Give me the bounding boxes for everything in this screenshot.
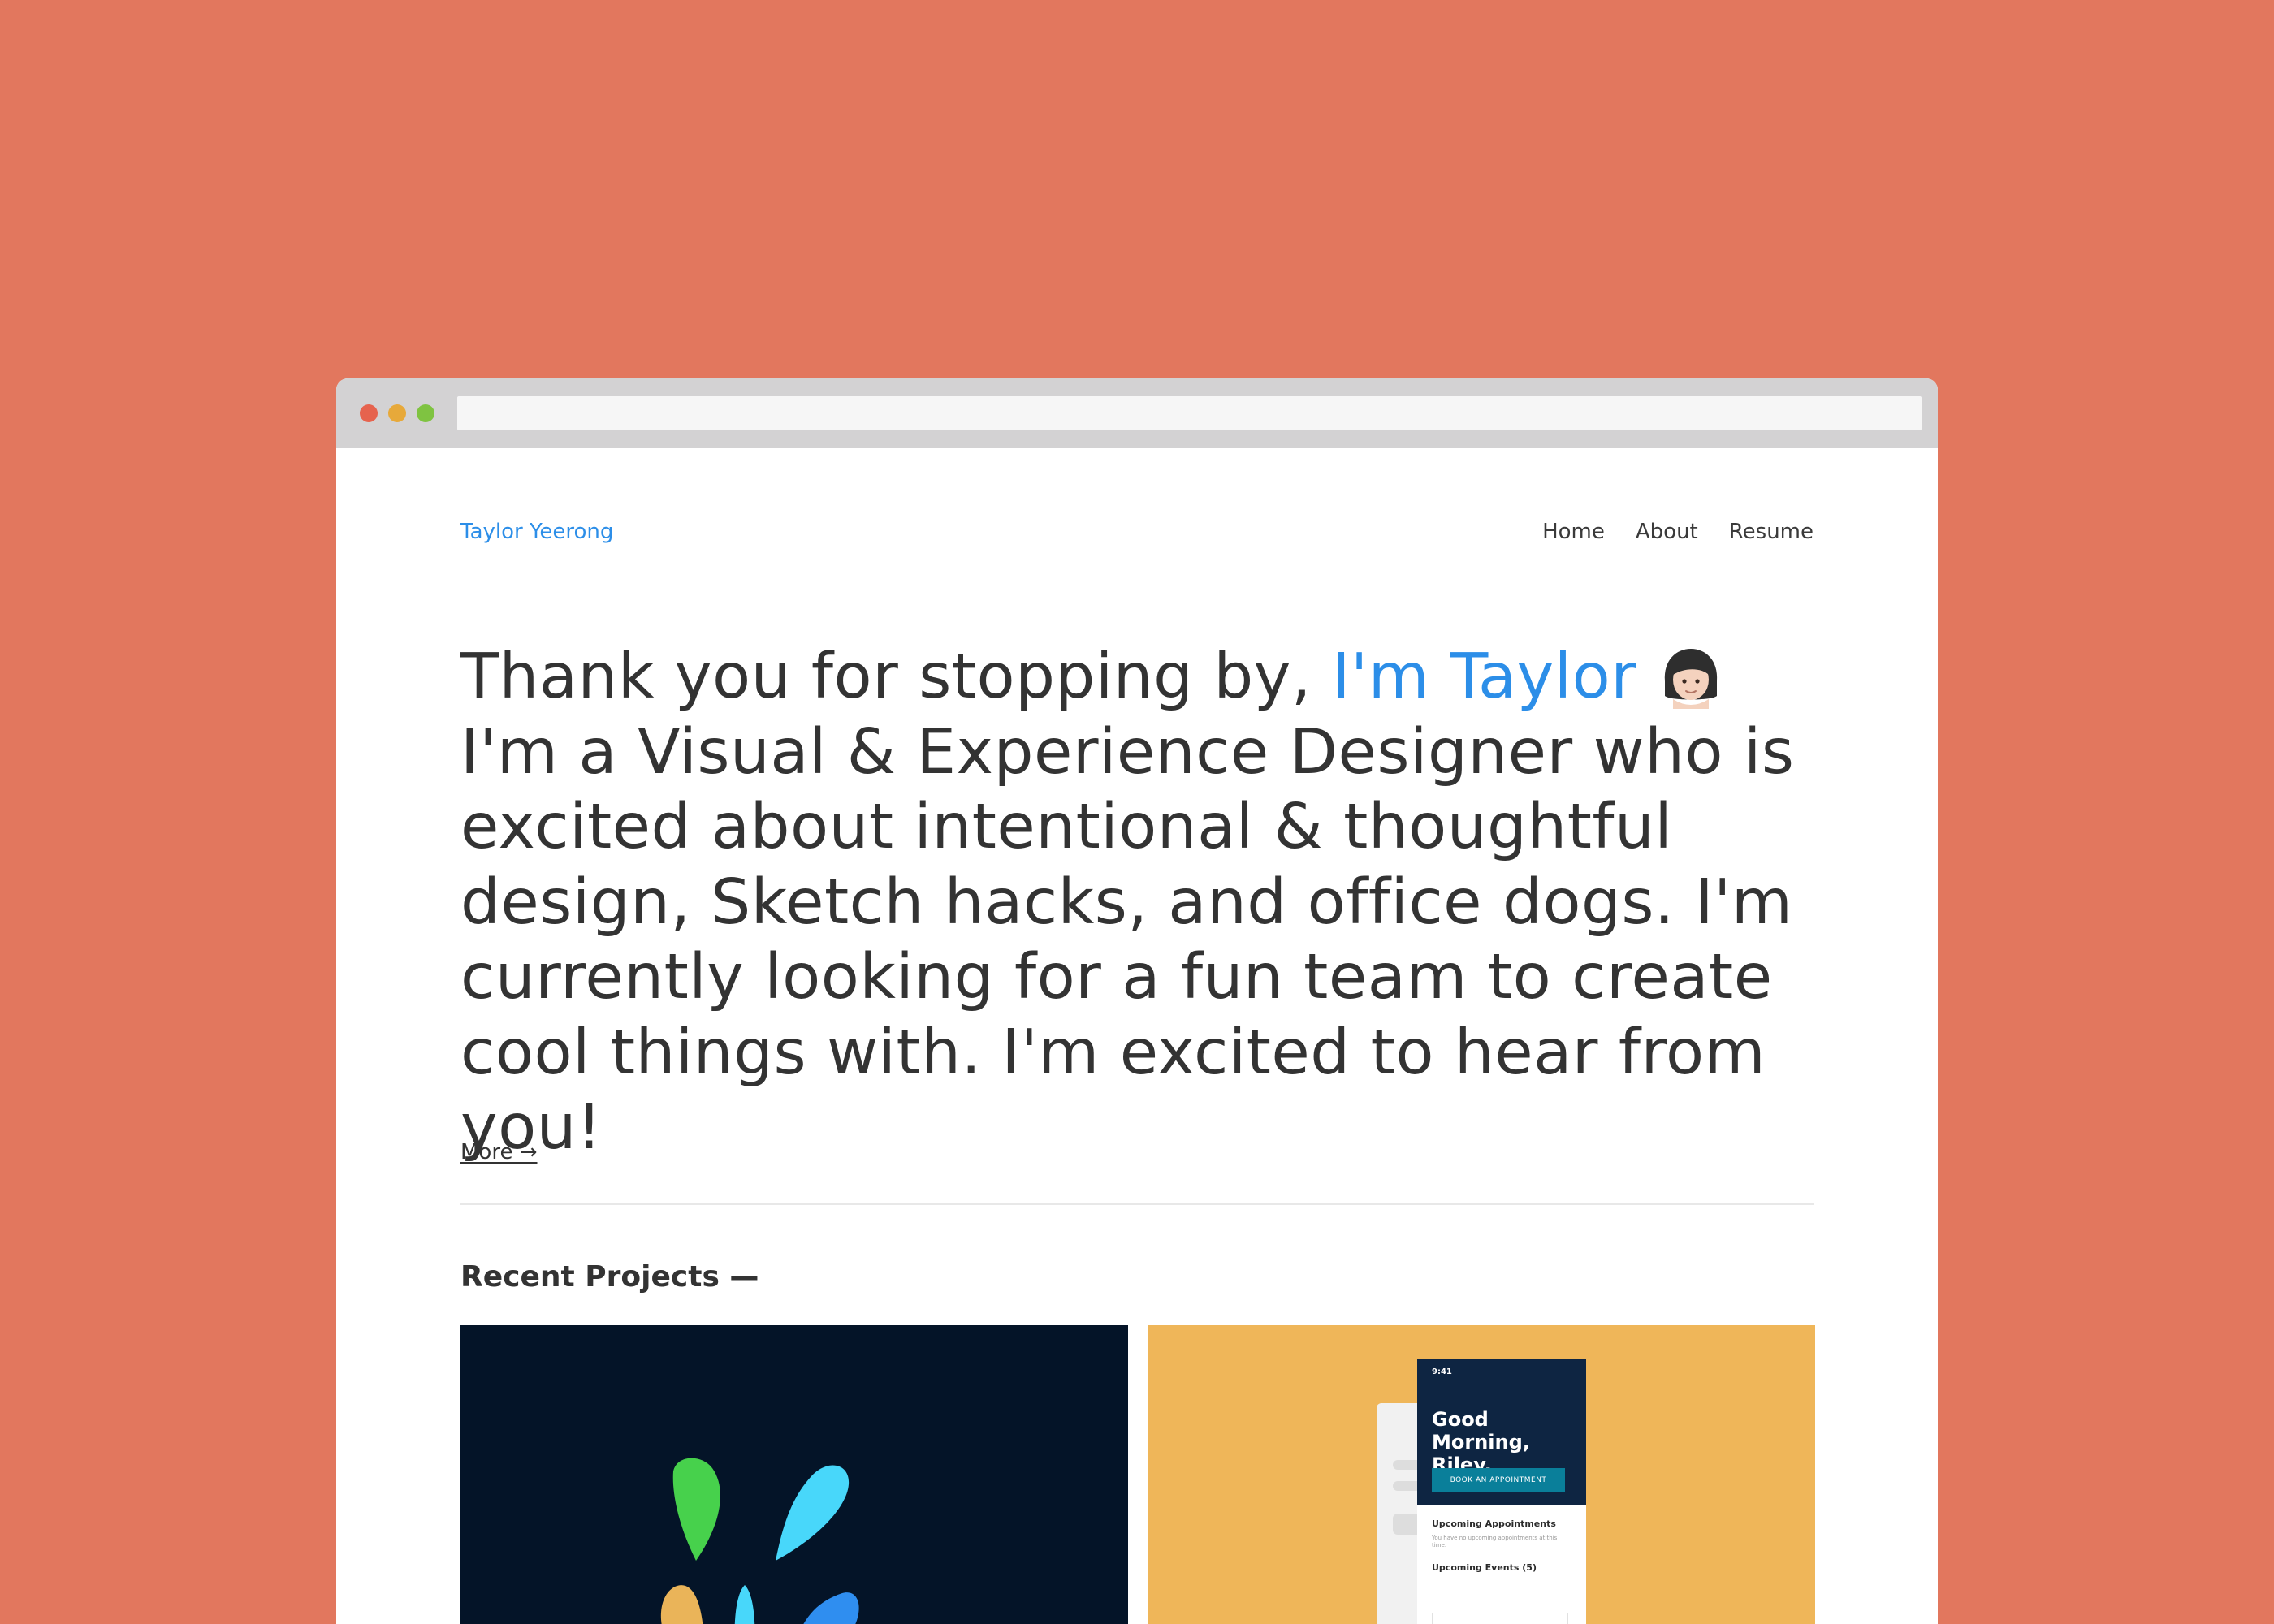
book-appointment-button[interactable]: BOOK AN APPOINTMENT: [1432, 1468, 1565, 1492]
main-nav: Home About Resume: [1542, 520, 1814, 544]
upcoming-appointments-title: Upcoming Appointments: [1432, 1518, 1556, 1529]
browser-chrome: [336, 378, 1938, 448]
close-window-dot[interactable]: [360, 404, 378, 422]
intro-paragraph: Thank you for stopping by, I'm Taylor I'…: [460, 640, 1825, 1166]
event-card[interactable]: [1432, 1613, 1568, 1624]
intro-lead: Thank you for stopping by,: [460, 641, 1332, 713]
maximize-window-dot[interactable]: [417, 404, 434, 422]
phone-mockup: 9:41 Good Morning, Riley. BOOK AN APPOIN…: [1417, 1359, 1586, 1624]
intro-name: I'm Taylor: [1331, 641, 1637, 713]
nav-resume-link[interactable]: Resume: [1729, 520, 1814, 544]
site-brand-link[interactable]: Taylor Yeerong: [460, 520, 613, 544]
minimize-window-dot[interactable]: [388, 404, 406, 422]
project-card-booking[interactable]: 9:41 Good Morning, Riley. BOOK AN APPOIN…: [1148, 1325, 1815, 1624]
project-card-splash[interactable]: [460, 1325, 1128, 1624]
browser-window: Taylor Yeerong Home About Resume Thank y…: [336, 378, 1938, 1624]
intro-rest: I'm a Visual & Experience Designer who i…: [460, 715, 1795, 1164]
phone-time: 9:41: [1432, 1367, 1452, 1376]
address-bar[interactable]: [457, 396, 1922, 430]
phone-greeting: Good Morning, Riley.: [1432, 1408, 1530, 1476]
upcoming-appointments-note: You have no upcoming appointments at thi…: [1432, 1535, 1558, 1548]
nav-home-link[interactable]: Home: [1542, 520, 1605, 544]
woman-emoji-icon: [1665, 649, 1718, 709]
section-divider: [460, 1203, 1814, 1205]
page-content: Taylor Yeerong Home About Resume Thank y…: [336, 448, 1938, 1624]
recent-projects-heading: Recent Projects —: [460, 1260, 759, 1294]
nav-about-link[interactable]: About: [1636, 520, 1698, 544]
phone-header: 9:41 Good Morning, Riley. BOOK AN APPOIN…: [1417, 1359, 1586, 1505]
splash-logo-image: [661, 1458, 859, 1624]
upcoming-events-title: Upcoming Events (5): [1432, 1562, 1537, 1573]
more-link[interactable]: More →: [460, 1140, 538, 1164]
